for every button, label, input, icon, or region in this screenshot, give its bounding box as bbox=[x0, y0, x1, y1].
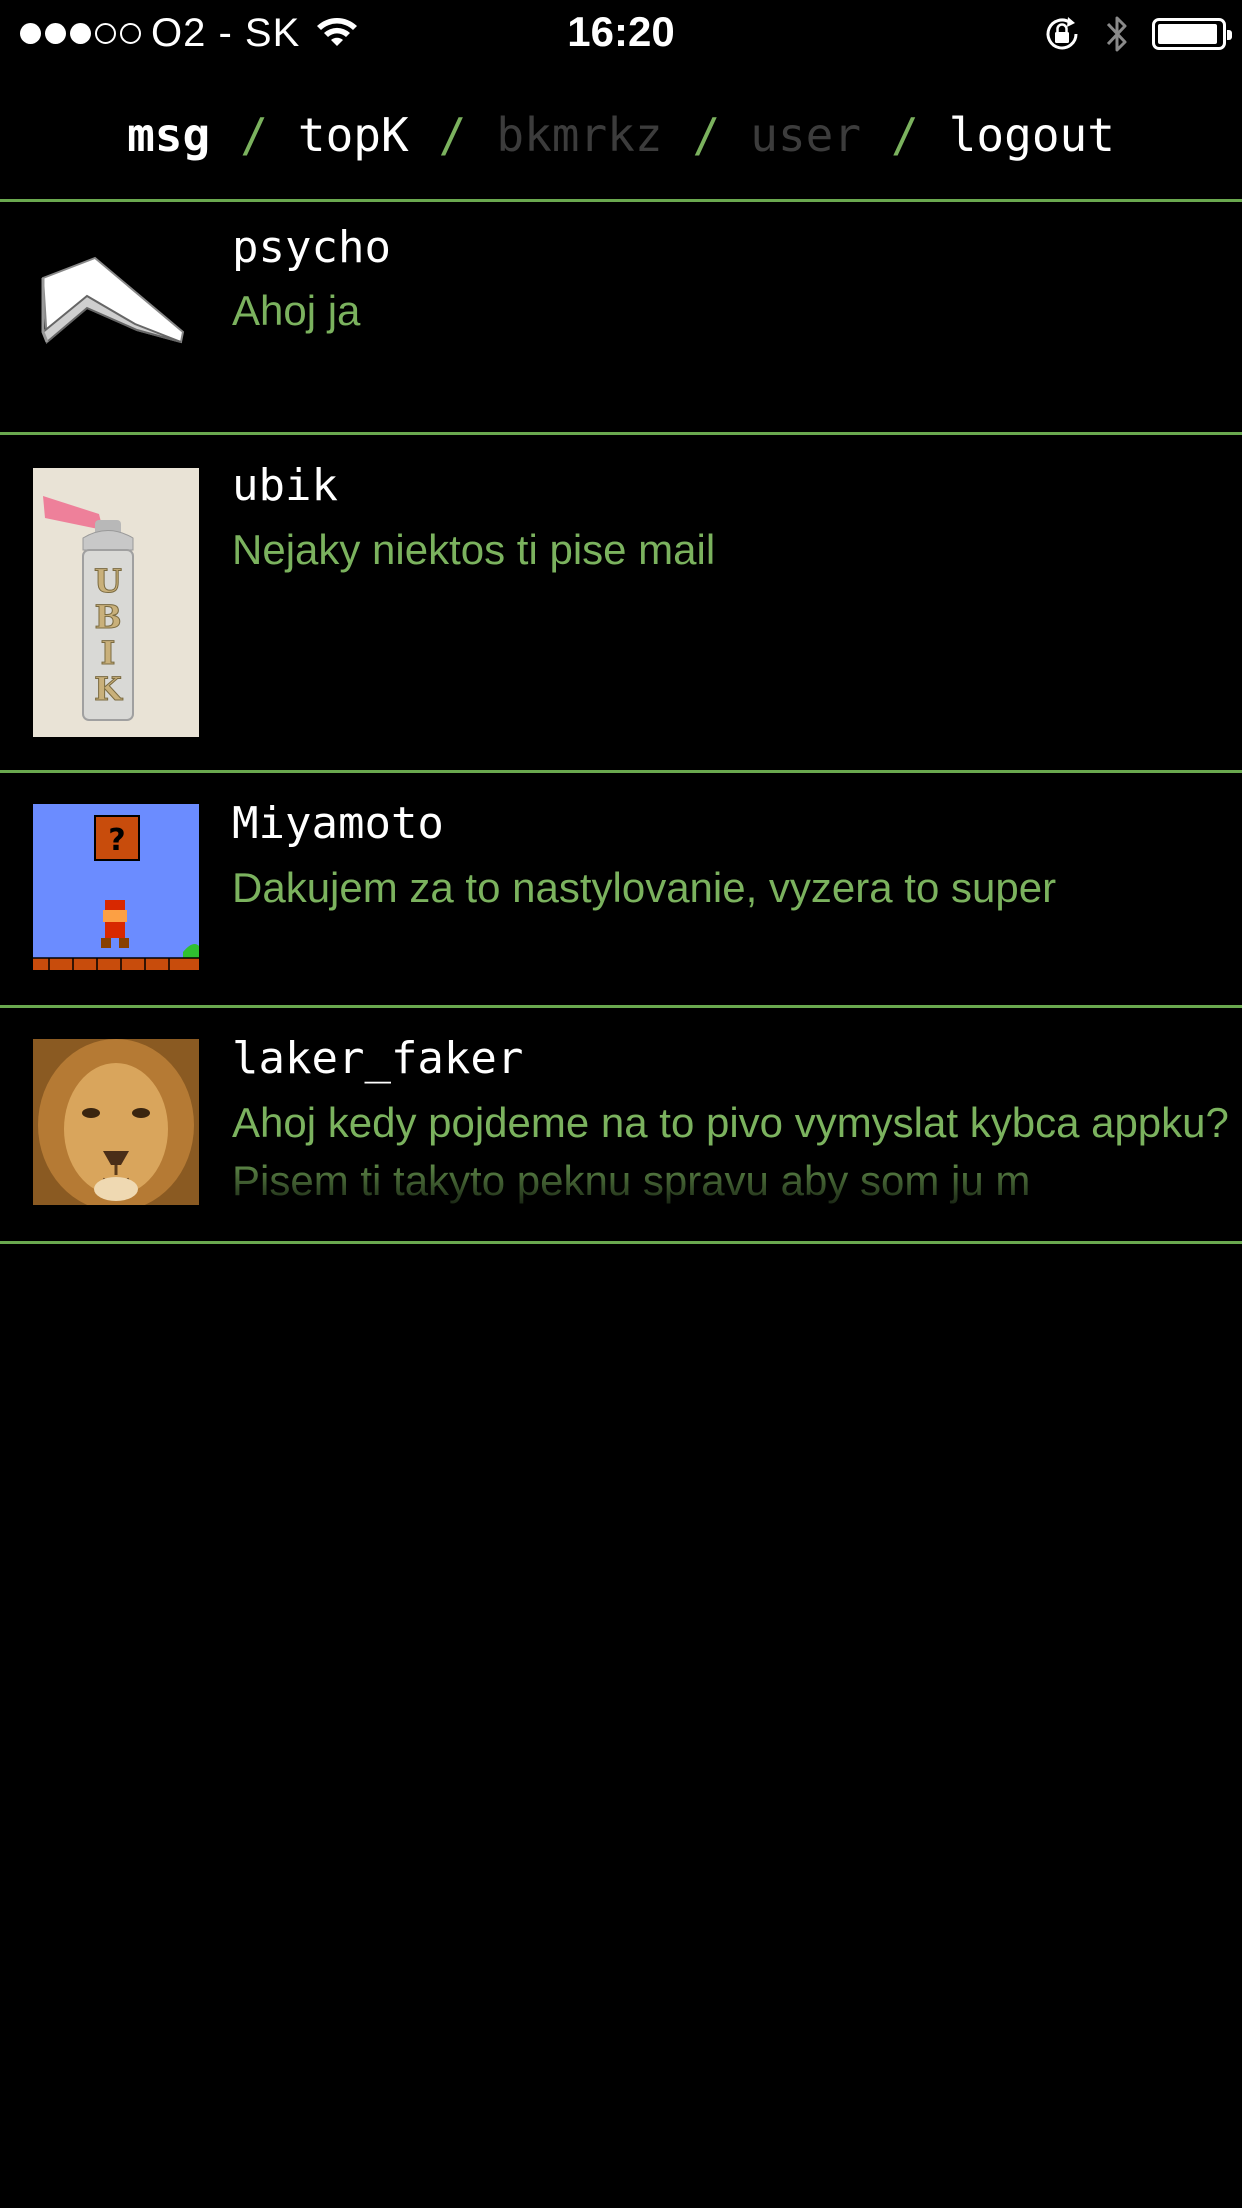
message-item[interactable]: U B I K ubik Nejaky niektos ti pise mail bbox=[0, 435, 1242, 773]
mario-avatar: ? bbox=[33, 804, 199, 970]
svg-text:U: U bbox=[94, 562, 122, 600]
message-sender: ubik bbox=[232, 460, 338, 511]
top-nav: msg / topK / bkmrkz / user / logout bbox=[0, 100, 1242, 170]
message-preview: Nejaky niektos ti pise mail bbox=[232, 526, 716, 573]
svg-text:B: B bbox=[94, 598, 121, 636]
lion-avatar bbox=[33, 1039, 199, 1205]
message-item[interactable]: psycho Ahoj ja bbox=[0, 202, 1242, 435]
nav-separator: / bbox=[891, 108, 919, 162]
nav-item-logout[interactable]: logout bbox=[949, 108, 1115, 162]
rotation-lock-icon bbox=[1046, 17, 1078, 50]
svg-text:I: I bbox=[101, 634, 116, 672]
message-sender: Miyamoto bbox=[232, 798, 444, 849]
svg-text:?: ? bbox=[108, 823, 125, 858]
bluetooth-icon bbox=[1106, 16, 1127, 52]
book-avatar bbox=[33, 230, 199, 396]
message-sender: psycho bbox=[232, 222, 391, 273]
nav-item-bkmrkz[interactable]: bkmrkz bbox=[496, 108, 662, 162]
nav-separator: / bbox=[692, 108, 721, 162]
svg-text:K: K bbox=[94, 670, 123, 708]
nav-separator: / bbox=[438, 108, 467, 162]
nav-item-topk[interactable]: topK bbox=[298, 108, 409, 162]
ubik-spray-can-avatar: U B I K bbox=[33, 468, 199, 737]
nav-separator: / bbox=[240, 108, 268, 162]
message-preview: Ahoj kedy pojdeme na to pivo vymyslat ky… bbox=[232, 1099, 1229, 1204]
message-item[interactable]: ? Miyamoto Dakujem za to nastylovanie, v… bbox=[0, 773, 1242, 1008]
message-preview: Dakujem za to nastylovanie, vyzera to su… bbox=[232, 864, 1057, 911]
status-bar: O2 - SK 16:20 bbox=[0, 0, 1242, 66]
message-item[interactable]: laker_faker Ahoj kedy pojdeme na to pivo… bbox=[0, 1008, 1242, 1244]
nav-item-msg[interactable]: msg bbox=[127, 108, 210, 162]
nav-item-user[interactable]: user bbox=[750, 108, 861, 162]
battery-icon bbox=[1152, 18, 1232, 50]
message-preview: Ahoj ja bbox=[232, 287, 361, 334]
message-list: psycho Ahoj ja U B I K ubik Nejaky niekt… bbox=[0, 199, 1242, 1244]
message-sender: laker_faker bbox=[232, 1033, 524, 1084]
